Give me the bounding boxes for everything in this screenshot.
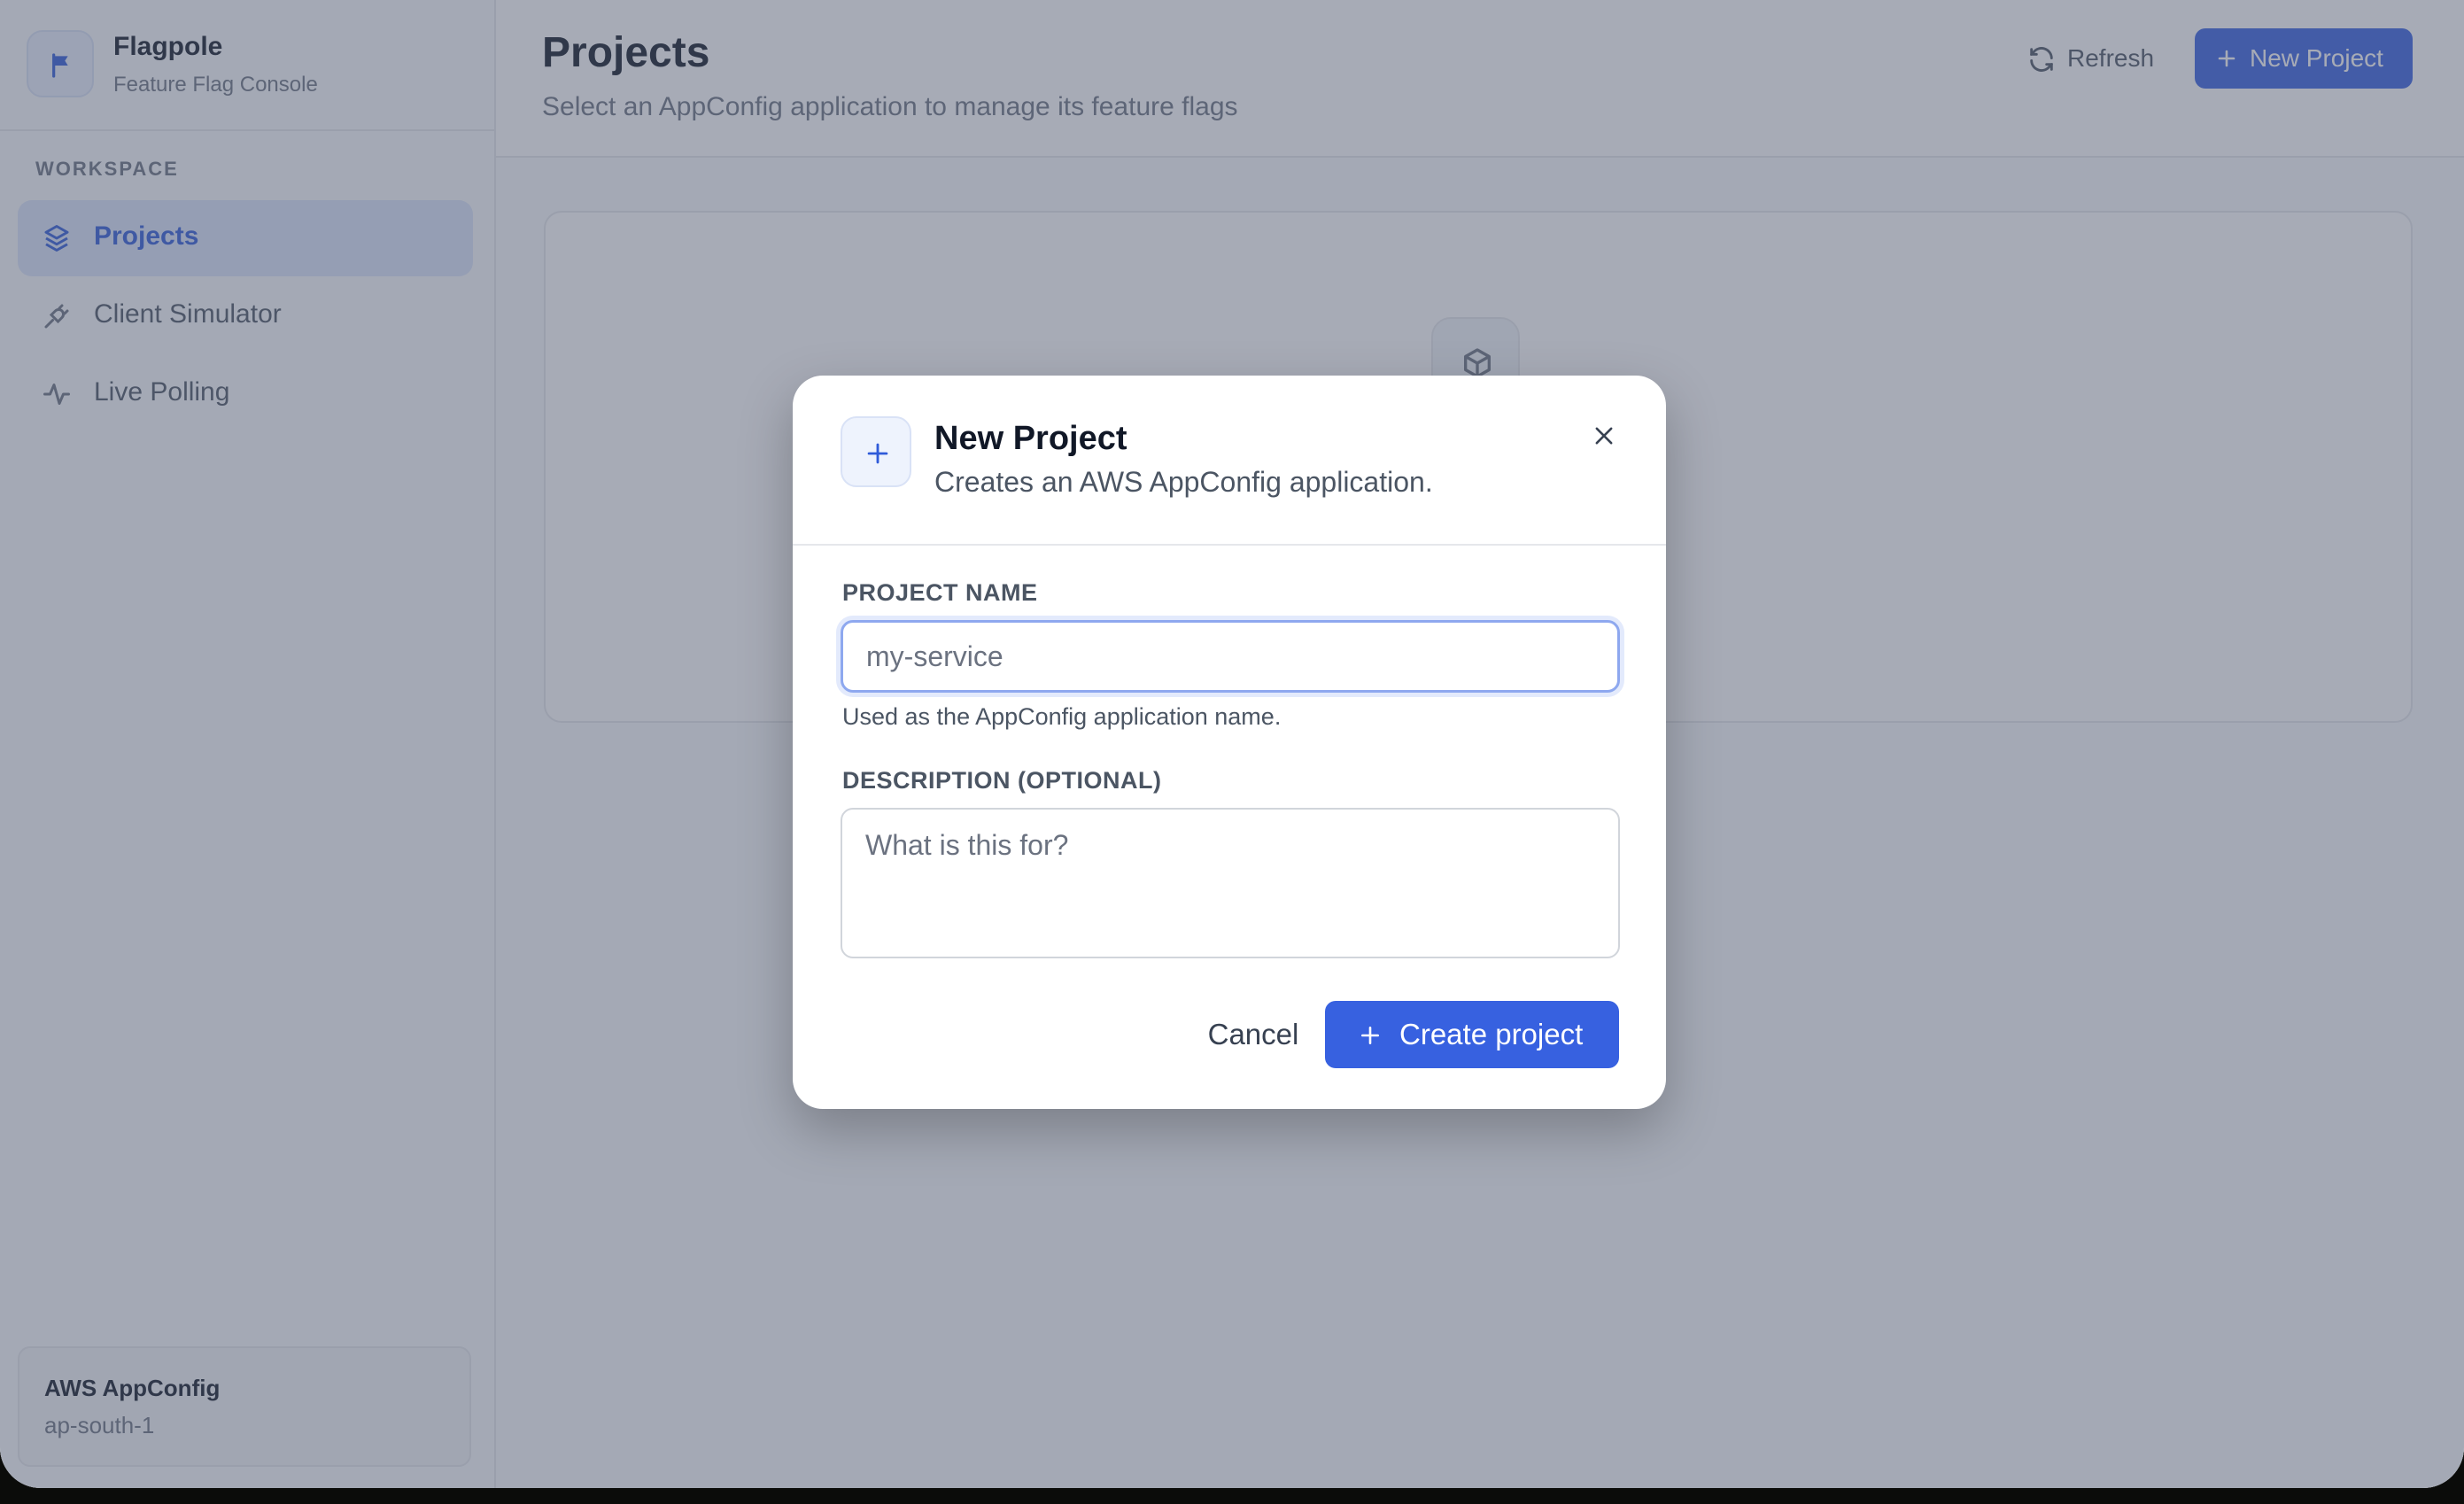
project-name-label: PROJECT NAME xyxy=(842,579,1038,606)
dialog-divider xyxy=(793,544,1666,546)
plus-icon xyxy=(1361,1027,1379,1044)
dialog-icon-badge xyxy=(841,416,911,487)
close-button[interactable] xyxy=(1581,413,1625,457)
close-icon xyxy=(1595,427,1613,445)
project-name-hint: Used as the AppConfig application name. xyxy=(842,703,1282,730)
cancel-button[interactable]: Cancel xyxy=(1165,1001,1342,1068)
app-window: Flagpole Feature Flag Console WORKSPACE … xyxy=(0,0,2464,1488)
create-project-label: Create project xyxy=(1399,1018,1584,1050)
description-input[interactable] xyxy=(841,808,1620,958)
description-label: DESCRIPTION (OPTIONAL) xyxy=(842,767,1162,794)
plus-icon xyxy=(867,443,888,464)
project-name-input[interactable] xyxy=(841,620,1620,693)
dialog-title: New Project xyxy=(934,420,1127,457)
create-project-button[interactable]: Create project xyxy=(1325,1001,1619,1068)
dialog-subtitle: Creates an AWS AppConfig application. xyxy=(934,466,1433,498)
new-project-dialog: New Project Creates an AWS AppConfig app… xyxy=(793,376,1666,1109)
